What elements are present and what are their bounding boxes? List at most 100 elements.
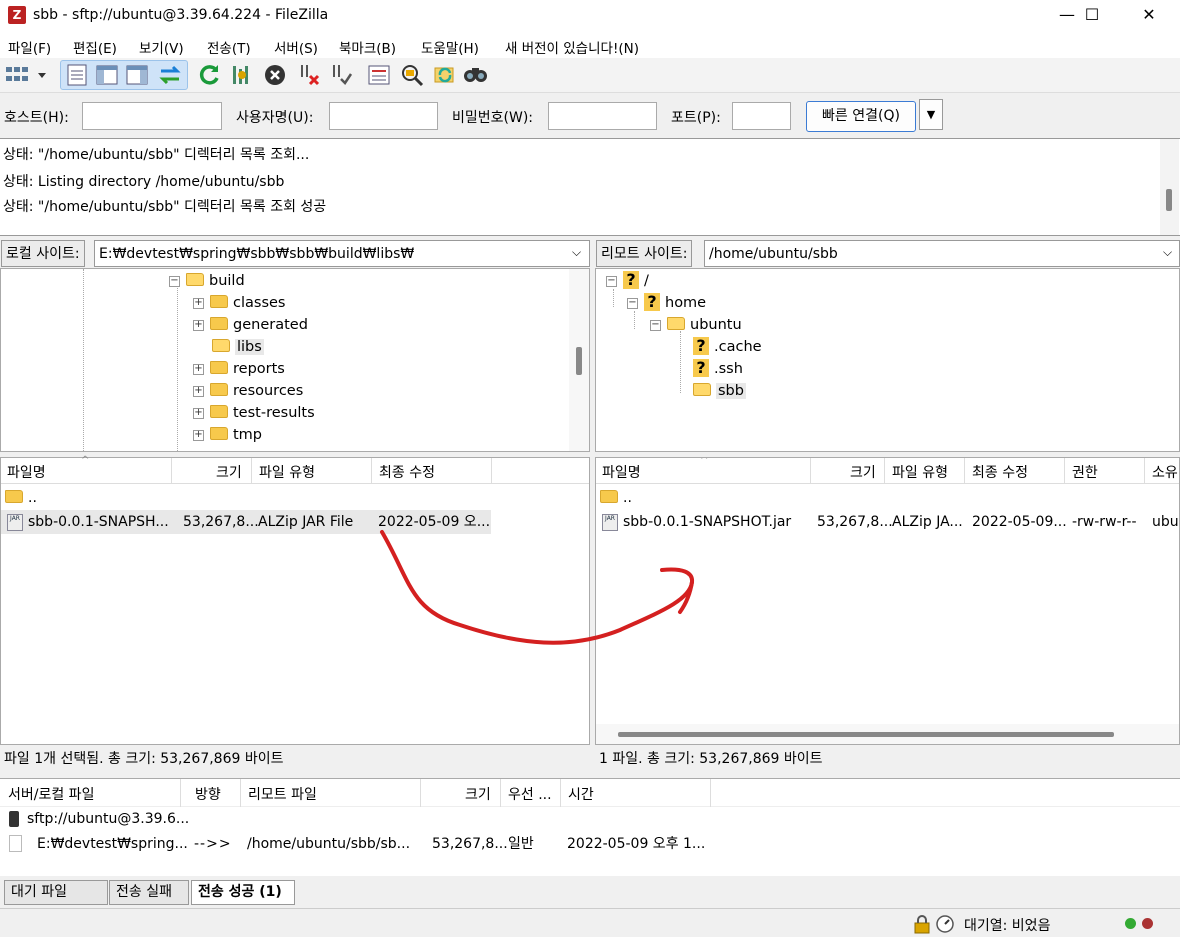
expand-icon[interactable]: +: [193, 385, 204, 397]
col-direction[interactable]: 방향: [195, 784, 221, 804]
remote-tree-ssh[interactable]: ? .ssh: [693, 358, 743, 380]
remote-tree-sbb[interactable]: sbb: [693, 380, 746, 402]
queue-file-row[interactable]: E:₩devtest₩spring... -->> /home/ubuntu/s…: [0, 832, 720, 856]
refresh-icon[interactable]: [196, 62, 222, 88]
username-input[interactable]: [329, 102, 438, 130]
remote-path-input[interactable]: /home/ubuntu/sbb: [704, 240, 1180, 267]
remote-tree-toggle-icon[interactable]: [124, 62, 150, 88]
col-owner[interactable]: 소유: [1152, 462, 1178, 482]
menu-view[interactable]: 보기(V): [139, 37, 184, 57]
site-manager-icon[interactable]: [4, 63, 50, 87]
tree-folder-tmp[interactable]: + tmp: [193, 424, 262, 446]
col-time[interactable]: 시간: [568, 784, 594, 804]
host-input[interactable]: [82, 102, 222, 130]
col-size[interactable]: 크기: [465, 784, 491, 804]
col-modified[interactable]: 최종 수정: [379, 462, 435, 482]
tree-folder-generated[interactable]: + generated: [193, 314, 308, 336]
tab-successful-transfers[interactable]: 전송 성공 (1): [191, 880, 295, 905]
cancel-icon[interactable]: [262, 62, 288, 88]
local-site-label: 로컬 사이트:: [1, 240, 85, 267]
collapse-icon[interactable]: −: [169, 275, 180, 287]
col-modified[interactable]: 최종 수정: [972, 462, 1028, 482]
chevron-down-icon[interactable]: ⌵: [1163, 245, 1172, 260]
col-filename[interactable]: 파일명: [602, 462, 641, 482]
menu-transfer[interactable]: 전송(T): [207, 37, 251, 57]
folder-icon: [210, 405, 228, 418]
local-tree-toggle-icon[interactable]: [94, 62, 120, 88]
log-scrollbar[interactable]: [1160, 139, 1179, 235]
menu-server[interactable]: 서버(S): [274, 37, 318, 57]
remote-site-bar: 리모트 사이트: /home/ubuntu/sbb ⌵: [595, 240, 1180, 268]
quickconnect-button[interactable]: 빠른 연결(Q): [806, 101, 916, 132]
port-input[interactable]: [732, 102, 791, 130]
collapse-icon[interactable]: −: [606, 275, 617, 287]
expand-icon[interactable]: +: [193, 407, 204, 419]
password-input[interactable]: [548, 102, 657, 130]
local-status: 파일 1개 선택됨. 총 크기: 53,267,869 바이트: [0, 745, 590, 773]
tree-folder-build[interactable]: − build: [169, 270, 245, 292]
expand-icon[interactable]: +: [193, 429, 204, 441]
local-tree-scroll-thumb[interactable]: [576, 347, 582, 375]
col-server-local[interactable]: 서버/로컬 파일: [8, 784, 94, 804]
expand-icon[interactable]: +: [193, 363, 204, 375]
menu-new-version[interactable]: 새 버전이 있습니다!(N): [505, 37, 639, 57]
tree-folder-resources[interactable]: + resources: [193, 380, 303, 402]
quickconnect-dropdown-icon[interactable]: ▼: [919, 99, 943, 130]
parent-dir-row[interactable]: ..: [5, 486, 305, 510]
reconnect-icon[interactable]: [328, 62, 354, 88]
col-type[interactable]: 파일 유형: [892, 462, 948, 482]
col-remote-file[interactable]: 리모트 파일: [248, 784, 317, 804]
tree-folder-libs[interactable]: libs: [193, 336, 264, 358]
speed-limit-icon[interactable]: [935, 914, 955, 934]
col-filename[interactable]: 파일명: [7, 462, 46, 482]
transfer-queue-toggle-icon[interactable]: [157, 62, 183, 88]
expand-icon[interactable]: +: [193, 297, 204, 309]
col-priority[interactable]: 우선 ...: [508, 784, 552, 804]
log-scroll-thumb[interactable]: [1166, 189, 1172, 211]
close-button[interactable]: ✕: [1126, 0, 1172, 32]
collapse-icon[interactable]: −: [627, 297, 638, 309]
annotation-arrow: [380, 530, 695, 645]
tree-folder-classes[interactable]: + classes: [193, 292, 285, 314]
local-path-input[interactable]: E:₩devtest₩spring₩sbb₩sbb₩build₩libs₩: [94, 240, 590, 267]
search-icon[interactable]: [462, 62, 488, 88]
folder-icon: [5, 490, 23, 503]
col-type[interactable]: 파일 유형: [259, 462, 315, 482]
tree-folder-test-results[interactable]: + test-results: [193, 402, 315, 424]
remote-tree-home[interactable]: −? home: [627, 292, 706, 314]
log-line: 상태: "/home/ubuntu/sbb" 디렉터리 목록 조회...: [3, 147, 310, 163]
col-permissions[interactable]: 권한: [1072, 462, 1098, 482]
tab-failed-transfers[interactable]: 전송 실패: [109, 880, 189, 905]
remote-tree-ubuntu[interactable]: − ubuntu: [650, 314, 742, 336]
directory-filter-icon[interactable]: [366, 62, 392, 88]
local-column-header: 파일명 ^ 크기 파일 유형 최종 수정: [1, 455, 589, 484]
menu-file[interactable]: 파일(F): [8, 37, 51, 57]
remote-tree-root[interactable]: −? /: [606, 270, 649, 292]
unknown-folder-icon: ?: [623, 271, 639, 289]
message-log-toggle-icon[interactable]: [64, 62, 90, 88]
expand-icon[interactable]: +: [193, 319, 204, 331]
host-label: 호스트(H):: [4, 110, 69, 126]
compare-icon[interactable]: [399, 62, 425, 88]
parent-dir-row[interactable]: ..: [600, 486, 900, 510]
col-size[interactable]: 크기: [850, 462, 876, 482]
remote-list-scroll-thumb[interactable]: [618, 732, 1114, 737]
col-size[interactable]: 크기: [216, 462, 242, 482]
menu-bookmarks[interactable]: 북마크(B): [339, 37, 396, 57]
collapse-icon[interactable]: −: [650, 319, 661, 331]
remote-tree-cache[interactable]: ? .cache: [693, 336, 762, 358]
title-bar: Z sbb - sftp://ubuntu@3.39.64.224 - File…: [0, 0, 1180, 32]
maximize-button[interactable]: ☐: [1069, 0, 1115, 32]
send-indicator-icon: [1125, 918, 1136, 929]
sort-ascending-icon: ^: [700, 457, 709, 466]
process-queue-icon[interactable]: [229, 62, 255, 88]
chevron-down-icon[interactable]: ⌵: [572, 245, 581, 260]
sync-browsing-icon[interactable]: [432, 62, 458, 88]
disconnect-icon[interactable]: [296, 62, 322, 88]
folder-icon: [210, 383, 228, 396]
tree-folder-reports[interactable]: + reports: [193, 358, 285, 380]
tab-queued-files[interactable]: 대기 파일: [4, 880, 108, 905]
menu-help[interactable]: 도움말(H): [421, 37, 479, 57]
menu-edit[interactable]: 편집(E): [73, 37, 117, 57]
folder-icon: [600, 490, 618, 503]
